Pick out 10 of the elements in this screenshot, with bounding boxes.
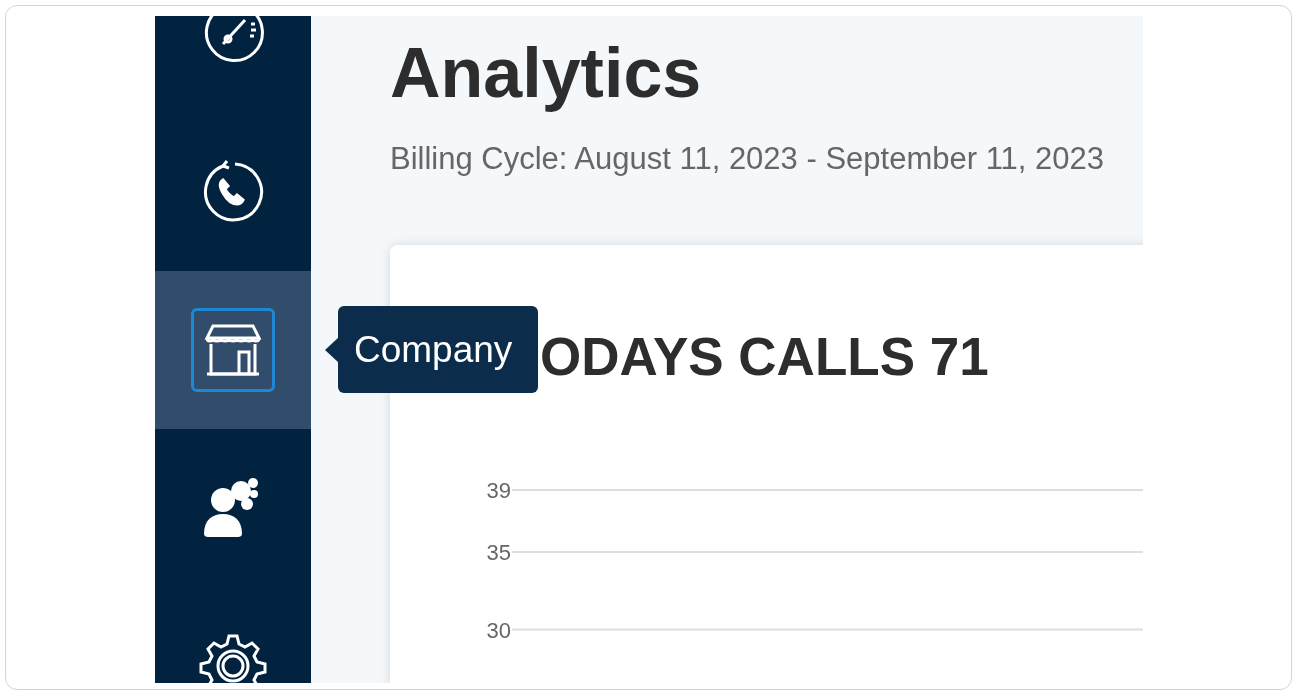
y-axis-label: 39 [486, 478, 511, 503]
card-title: ODAYS CALLS 71 [540, 329, 989, 385]
tooltip-arrow-icon [325, 337, 339, 363]
sidebar-item[interactable] [155, 271, 311, 429]
y-axis-label: 35 [486, 540, 511, 565]
settings-icon [199, 632, 267, 683]
y-axis-label: 30 [486, 617, 511, 643]
billing-cycle-text: Billing Cycle: August 11, 2023 - September 11, 2023 [390, 140, 1104, 178]
phone-history-icon [201, 160, 265, 224]
tooltip: Company [338, 306, 538, 393]
